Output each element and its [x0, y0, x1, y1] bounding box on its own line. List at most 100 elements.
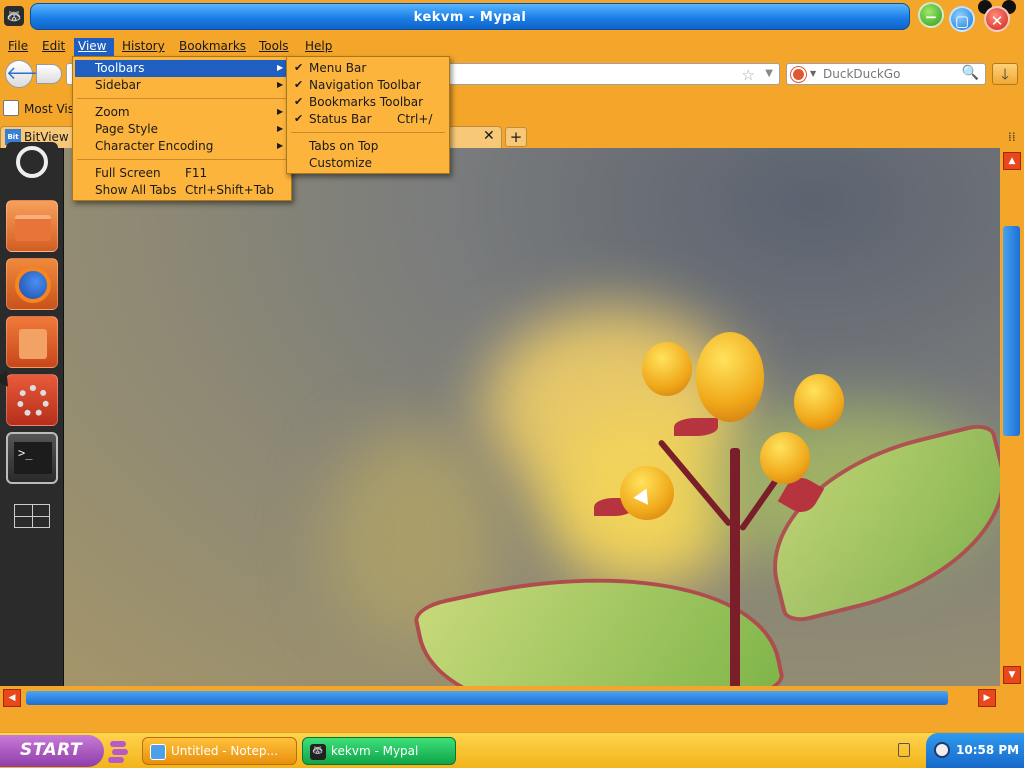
- back-button[interactable]: 🡐: [5, 60, 54, 88]
- view-menu-toolbars[interactable]: Toolbars ▶: [75, 60, 289, 77]
- software-center-icon[interactable]: [6, 316, 58, 368]
- checkmark-icon: ✔: [294, 95, 304, 108]
- character-encoding-label: Character Encoding: [95, 139, 214, 153]
- sepal-2: [674, 418, 718, 436]
- bookmark-most-visited[interactable]: Most Visi: [24, 102, 77, 116]
- scroll-right-arrow-icon[interactable]: ▶: [978, 689, 996, 707]
- checkmark-icon: ✔: [294, 78, 304, 91]
- terminal-prompt: >_: [14, 442, 52, 474]
- taskbar-mypal[interactable]: 🦝 kekvm - Mypal: [302, 737, 456, 765]
- ubuntu-icon[interactable]: [6, 142, 58, 194]
- toolbar-customize[interactable]: Customize: [289, 155, 447, 172]
- menu-tools[interactable]: Tools: [255, 38, 293, 56]
- tab-close-icon[interactable]: ✕: [483, 128, 495, 144]
- search-placeholder: DuckDuckGo: [823, 67, 901, 81]
- status-bar-label: Status Bar: [309, 112, 372, 126]
- stem-main: [730, 448, 740, 686]
- system-clock[interactable]: 10:58 PM: [926, 733, 1024, 768]
- submenu-arrow-icon: ▶: [277, 124, 284, 133]
- toolbar-menu-bar[interactable]: ✔ Menu Bar: [289, 60, 447, 77]
- submenu-arrow-icon: ▶: [277, 63, 284, 72]
- start-deco-bar-3: [108, 757, 124, 763]
- mypal-raccoon-icon[interactable]: 🦝: [4, 6, 24, 26]
- start-deco-bar-1: [110, 741, 126, 747]
- title-fill: kekvm - Mypal: [30, 3, 910, 30]
- view-menu-zoom[interactable]: Zoom ▶: [75, 104, 289, 121]
- bookmark-star-icon[interactable]: ☆: [742, 66, 755, 84]
- submenu-arrow-icon: ▶: [277, 141, 284, 150]
- workspace-switcher-icon[interactable]: [6, 490, 58, 542]
- toolbar-tabs-on-top[interactable]: Tabs on Top: [289, 138, 447, 155]
- toolbar-navigation-toolbar[interactable]: ✔ Navigation Toolbar: [289, 77, 447, 94]
- tray-battery-icon[interactable]: [898, 743, 910, 757]
- forward-button[interactable]: [36, 64, 62, 84]
- tab-list-icon[interactable]: ⁞⁞: [1008, 130, 1016, 144]
- taskbar-notepad-label: Untitled - Notep...: [171, 744, 278, 758]
- customize-label: Customize: [309, 156, 372, 170]
- view-menu-show-all-tabs[interactable]: Show All Tabs Ctrl+Shift+Tab: [75, 182, 289, 199]
- zoom-label: Zoom: [95, 105, 130, 119]
- close-button[interactable]: ✕: [984, 6, 1010, 32]
- minimize-button[interactable]: −: [918, 2, 944, 28]
- vertical-scrollbar[interactable]: ▲ ▼: [1000, 148, 1024, 686]
- start-button[interactable]: START: [0, 735, 104, 767]
- menu-bar: File Edit View History Bookmarks Tools H…: [0, 36, 1024, 56]
- view-menu-dropdown: Toolbars ▶ Sidebar ▶ Zoom ▶ Page Style ▶…: [72, 56, 292, 201]
- terminal-icon[interactable]: >_: [6, 432, 58, 484]
- search-engine-dropdown-icon[interactable]: ▼: [810, 69, 816, 78]
- menu-history[interactable]: History: [118, 38, 169, 56]
- menu-view[interactable]: View: [74, 38, 114, 56]
- checkmark-icon: ✔: [294, 112, 304, 125]
- maximize-button[interactable]: ▢: [949, 6, 975, 32]
- download-button[interactable]: 🡓: [992, 63, 1018, 85]
- submenu-arrow-icon: ▶: [277, 107, 284, 116]
- menu-tools-label: Tools: [259, 39, 289, 53]
- status-bar: [0, 710, 1024, 732]
- title-bar: 🦝 kekvm - Mypal − ▢ ✕: [0, 0, 1024, 36]
- menu-help[interactable]: Help: [301, 38, 336, 56]
- notepad-icon: [150, 744, 166, 760]
- search-icon[interactable]: 🔍: [962, 65, 979, 81]
- show-all-tabs-shortcut: Ctrl+Shift+Tab: [185, 183, 275, 197]
- toolbar-status-bar[interactable]: ✔ Status Bar Ctrl+/: [289, 111, 447, 128]
- toolbar-bookmarks-toolbar[interactable]: ✔ Bookmarks Toolbar: [289, 94, 447, 111]
- bookmarks-toolbar-label: Bookmarks Toolbar: [309, 95, 424, 109]
- view-menu-page-style[interactable]: Page Style ▶: [75, 121, 289, 138]
- menu-edit[interactable]: Edit: [38, 38, 69, 56]
- ubuntu-logo-shape: [16, 146, 48, 178]
- horizontal-scrollbar[interactable]: ◀ ▶: [0, 686, 1024, 710]
- duckduckgo-icon[interactable]: [791, 67, 806, 82]
- toolbars-submenu: ✔ Menu Bar ✔ Navigation Toolbar ✔ Bookma…: [286, 56, 450, 174]
- flower-bud-right: [794, 374, 844, 430]
- flower-bud-large: [696, 332, 764, 422]
- view-menu-character-encoding[interactable]: Character Encoding ▶: [75, 138, 289, 155]
- workspace-grid-shape: [14, 504, 50, 528]
- url-dropdown-icon[interactable]: ▼: [765, 68, 773, 79]
- flower-bud-left: [642, 342, 692, 396]
- scroll-up-arrow-icon[interactable]: ▲: [1003, 152, 1021, 170]
- bookmark-page-icon: [3, 100, 19, 116]
- show-all-tabs-label: Show All Tabs: [95, 183, 177, 197]
- menu-file[interactable]: File: [4, 38, 32, 56]
- firefox-globe-shape: [15, 267, 51, 303]
- view-menu-sidebar[interactable]: Sidebar ▶: [75, 77, 289, 94]
- horizontal-scroll-thumb[interactable]: [26, 691, 948, 705]
- menu-edit-label: Edit: [42, 39, 66, 53]
- taskbar-notepad[interactable]: Untitled - Notep...: [142, 737, 297, 765]
- submenu-arrow-icon: ▶: [277, 80, 284, 89]
- new-tab-button[interactable]: +: [505, 127, 527, 147]
- scroll-down-arrow-icon[interactable]: ▼: [1003, 666, 1021, 684]
- scroll-left-arrow-icon[interactable]: ◀: [3, 689, 21, 707]
- start-decoration: [108, 739, 128, 763]
- search-bar[interactable]: ▼ DuckDuckGo 🔍: [786, 63, 986, 85]
- vertical-scroll-thumb[interactable]: [1003, 226, 1020, 436]
- menu-bookmarks[interactable]: Bookmarks: [175, 38, 250, 56]
- files-icon[interactable]: [6, 200, 58, 252]
- menu-bookmarks-label: Bookmarks: [179, 39, 247, 53]
- firefox-icon[interactable]: [6, 258, 58, 310]
- navigation-toolbar-label: Navigation Toolbar: [309, 78, 421, 92]
- clock-time: 10:58 PM: [956, 743, 1020, 757]
- checkmark-icon: ✔: [294, 61, 304, 74]
- clock-icon: [934, 742, 950, 758]
- view-menu-full-screen[interactable]: Full Screen F11: [75, 165, 289, 182]
